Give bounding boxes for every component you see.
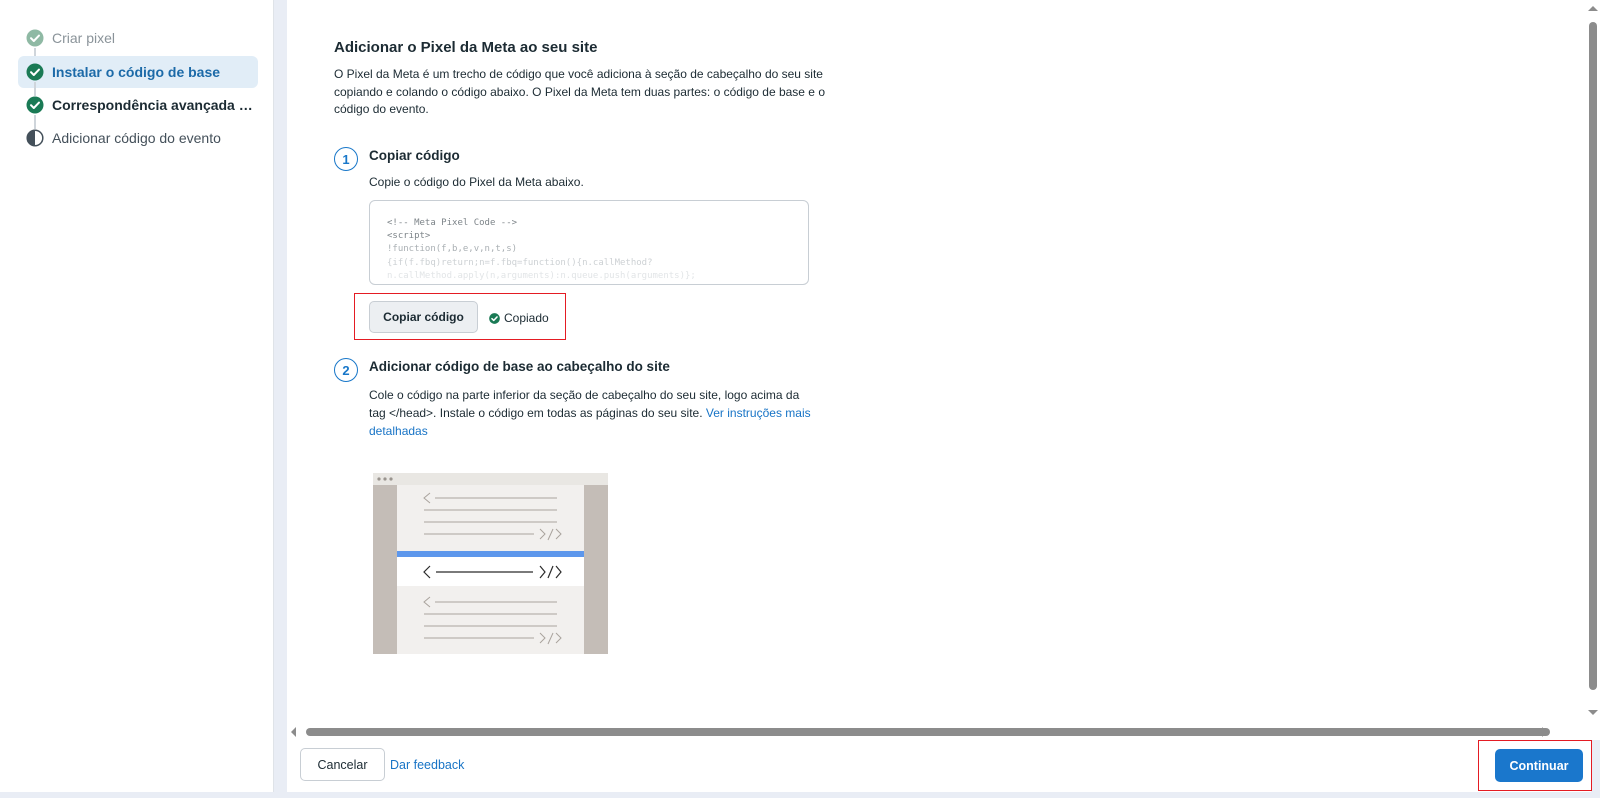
setup-steps-sidebar: Criar pixel Instalar o código de base Co… xyxy=(0,0,274,792)
step-instalar-codigo[interactable]: Instalar o código de base xyxy=(18,56,258,88)
scroll-up-arrow-icon[interactable] xyxy=(1588,6,1598,11)
code-line: !function(f,b,e,v,n,t,s) xyxy=(387,244,518,255)
step-number-badge: 1 xyxy=(334,147,358,171)
step2-title: Adicionar código de base ao cabeçalho do… xyxy=(369,359,670,374)
vertical-scrollbar[interactable] xyxy=(1586,0,1600,740)
scroll-right-arrow-icon[interactable] xyxy=(1542,727,1547,737)
intro-text: O Pixel da Meta é um trecho de código qu… xyxy=(334,67,825,116)
step-label: Criar pixel xyxy=(52,30,116,46)
check-circle-icon xyxy=(489,312,500,324)
scrollbar-thumb[interactable] xyxy=(306,728,1550,736)
code-line: <script> xyxy=(387,231,431,242)
step-adicionar-evento[interactable]: Adicionar código do evento xyxy=(18,122,258,154)
check-circle-icon xyxy=(26,63,44,81)
browser-head-code-illustration xyxy=(373,473,608,654)
step-label: Correspondência avançada a... xyxy=(52,97,257,113)
step2-description: Cole o código na parte inferior da seção… xyxy=(369,386,814,440)
page-title: Adicionar o Pixel da Meta ao seu site xyxy=(334,39,598,56)
copied-status: Copiado xyxy=(489,311,549,325)
give-feedback-link[interactable]: Dar feedback xyxy=(390,758,464,772)
scroll-left-arrow-icon[interactable] xyxy=(291,727,296,737)
copied-label: Copiado xyxy=(504,311,549,325)
code-line: <!-- Meta Pixel Code --> xyxy=(387,218,518,228)
step-label: Instalar o código de base xyxy=(52,64,221,80)
code-line: n.callMethod.apply(n,arguments):n.queue.… xyxy=(387,270,696,281)
step-criar-pixel[interactable]: Criar pixel xyxy=(18,22,258,54)
check-circle-icon xyxy=(26,29,44,47)
step-label: Adicionar código do evento xyxy=(52,130,221,146)
code-line: {if(f.fbq)return;n=f.fbq=function(){n.ca… xyxy=(387,257,653,268)
step-number-badge: 2 xyxy=(334,358,358,382)
step1-title: Copiar código xyxy=(369,148,460,163)
main-panel: Adicionar o Pixel da Meta ao seu site O … xyxy=(287,0,1591,792)
step-correspondencia-avancada[interactable]: Correspondência avançada a... xyxy=(18,89,258,121)
scrollbar-thumb[interactable] xyxy=(1589,22,1597,690)
scroll-down-arrow-icon[interactable] xyxy=(1588,710,1598,715)
half-circle-icon xyxy=(26,129,44,147)
check-circle-icon xyxy=(26,96,44,114)
cancel-button[interactable]: Cancelar xyxy=(300,748,385,781)
horizontal-scrollbar[interactable] xyxy=(287,724,1591,740)
pixel-code-box[interactable]: <!-- Meta Pixel Code --> <script> !funct… xyxy=(369,200,809,285)
continue-button[interactable]: Continuar xyxy=(1495,749,1583,782)
copy-code-button[interactable]: Copiar código xyxy=(369,301,478,333)
step1-description: Copie o código do Pixel da Meta abaixo. xyxy=(369,175,584,189)
